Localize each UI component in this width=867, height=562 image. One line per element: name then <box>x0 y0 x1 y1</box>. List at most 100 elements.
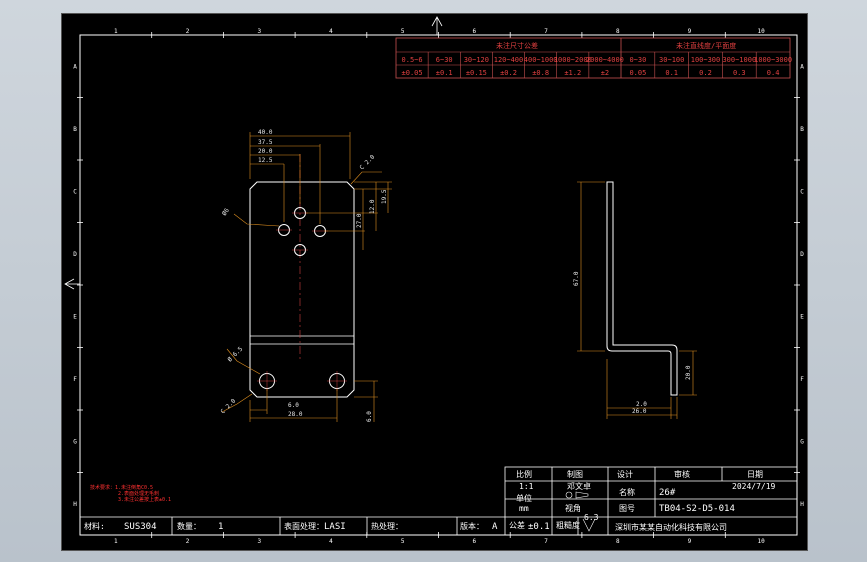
drawing-no-label: 图号 <box>619 504 635 513</box>
column-index-label: 10 <box>758 28 766 35</box>
roughness-value: 6.3 <box>584 513 599 522</box>
column-index-label: 9 <box>688 538 692 545</box>
note-1: 技术要求：1.未注倒角C0.5 <box>90 484 153 491</box>
date-label: 日期 <box>747 470 763 479</box>
dim-bottom-2: 28.0 <box>288 411 303 418</box>
note-2: 2.表面处理无毛刺 <box>118 490 159 497</box>
tolerance-value-cell: 0.2 <box>699 69 712 77</box>
dim-right-2: 12.0 <box>369 199 376 214</box>
roughness-label: 粗糙度 <box>556 520 580 530</box>
dim-top-4: 12.5 <box>258 157 273 164</box>
view-label: 视角 <box>565 503 581 513</box>
side-view-outline <box>606 181 678 396</box>
dim-top-3: 20.0 <box>258 148 273 155</box>
row-index-label: B <box>800 126 804 133</box>
tolerance-range-cell: 300~1000 <box>722 56 756 64</box>
drawing-canvas: 1 2 3 4 5 6 7 8 9 10 1 2 3 4 5 6 7 8 9 10 A B C D E F G H A B C D E F G… <box>61 13 808 551</box>
side-dim-inner: 2.0 <box>636 401 647 408</box>
row-index-label: A <box>800 63 804 70</box>
tolerance-value-cell: ±0.8 <box>532 69 549 77</box>
row-index-label: H <box>73 501 77 508</box>
dim-top-1: 40.0 <box>258 129 273 136</box>
scale-label: 比例 <box>516 469 532 479</box>
chamfer-label-top: C 2.0 <box>358 153 376 171</box>
qty-label: 数量： <box>177 521 201 531</box>
material-value: SUS304 <box>124 522 157 532</box>
column-index-label: 2 <box>186 538 190 545</box>
tolerance-left-title: 未注尺寸公差 <box>496 41 538 50</box>
tolerance-range-cell: 400~1000 <box>524 56 558 64</box>
row-index-label: G <box>73 438 77 445</box>
unit-label: 单位 <box>516 493 532 503</box>
scale-value: 1:1 <box>519 482 534 491</box>
column-index-label: 6 <box>473 28 477 35</box>
row-index-label: H <box>800 501 804 508</box>
tolerance-range-cell: 0~30 <box>629 56 646 64</box>
projection-symbol <box>565 491 589 499</box>
column-index-label: 6 <box>473 538 477 545</box>
tolerance-value-cell: ±0.2 <box>500 69 517 77</box>
column-index-bottom: 1 2 3 4 5 6 7 8 9 10 <box>114 538 765 545</box>
tolerance-range-cell: 2000~4000 <box>586 56 624 64</box>
tolerance-value-cell: ±0.05 <box>402 69 423 77</box>
surface-value: LASI <box>324 522 346 532</box>
dim-top-2: 37.5 <box>258 139 273 146</box>
check-label: 审核 <box>674 469 690 479</box>
center-mark-top <box>431 16 443 35</box>
tolerance-value-cell: 0.05 <box>629 69 646 77</box>
version-value: A <box>492 522 498 532</box>
tolerance-value-cell: ±0.15 <box>466 69 487 77</box>
row-index-label: F <box>800 376 804 383</box>
column-index-label: 3 <box>257 28 261 35</box>
row-index-right: A B C D E F G H <box>800 63 804 508</box>
tolerance-value-cell: ±0.1 <box>436 69 453 77</box>
chamfer-label-bottom: C 2.0 <box>219 397 237 415</box>
column-index-label: 5 <box>401 538 405 545</box>
row-index-label: C <box>73 188 77 195</box>
tolerance-table: 0.5~6 ±0.05 6~30 ±0.1 30~120 ±0.15 120~400 ±0.2… <box>395 37 792 79</box>
hole-leader <box>233 213 280 227</box>
tol-value: ±0.1 <box>528 522 550 532</box>
center-mark-left <box>64 278 80 290</box>
right-dimensions <box>306 181 392 250</box>
hole-label-bottom: Ø 6.5 <box>226 345 244 363</box>
sheet-border <box>79 34 798 536</box>
qty-value: 1 <box>218 522 223 532</box>
tolerance-range-cell: 0.5~6 <box>402 56 423 64</box>
surface-label: 表面处理： <box>284 521 324 531</box>
dim-right-1: 19.5 <box>381 189 388 204</box>
column-index-label: 8 <box>616 538 620 545</box>
side-view: 67.0 20.0 2.0 26.0 <box>573 181 697 419</box>
name-value: 26# <box>659 488 676 498</box>
dim-bottom-right: 6.0 <box>366 411 373 422</box>
column-index-label: 9 <box>688 28 692 35</box>
column-index-label: 2 <box>186 28 190 35</box>
border-ticks <box>77 32 800 538</box>
row-index-label: D <box>73 251 77 258</box>
tolerance-range-cell: 6~30 <box>436 56 453 64</box>
drawing-no-value: TB04-S2-D5-014 <box>659 504 735 514</box>
name-label: 名称 <box>619 487 635 497</box>
column-index-label: 4 <box>329 538 333 545</box>
tolerance-range-cell: 30~120 <box>464 56 489 64</box>
column-index-top: 1 2 3 4 5 6 7 8 9 10 <box>114 28 765 35</box>
row-index-label: A <box>73 63 77 70</box>
row-index-label: F <box>73 376 77 383</box>
side-dim-flange: 20.0 <box>685 365 692 380</box>
version-label: 版本： <box>460 521 484 531</box>
column-index-label: 8 <box>616 28 620 35</box>
company-name: 深圳市某某自动化科技有限公司 <box>615 522 727 532</box>
unit-value: mm <box>519 504 529 513</box>
column-index-label: 7 <box>544 28 548 35</box>
row-index-left: A B C D E F G H <box>73 63 77 508</box>
heat-label: 热处理： <box>371 521 403 531</box>
tol-label: 公差 <box>509 520 525 530</box>
row-index-label: B <box>73 126 77 133</box>
design-label: 设计 <box>617 469 633 479</box>
side-dim-width: 26.0 <box>632 408 647 415</box>
row-index-label: D <box>800 251 804 258</box>
tolerance-right-title: 未注直线度/平面度 <box>676 41 736 50</box>
row-index-label: G <box>800 438 804 445</box>
note-3: 3.未注公差按上表±0.1 <box>118 496 171 503</box>
side-dimensions <box>577 181 697 419</box>
